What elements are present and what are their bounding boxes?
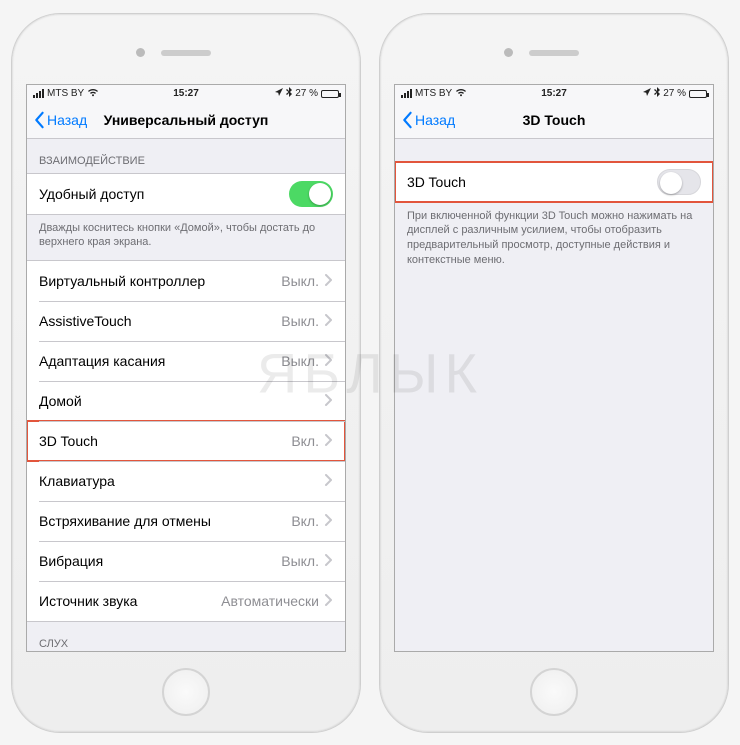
chevron-right-icon — [325, 273, 333, 289]
cell-label: Виртуальный контроллер — [39, 273, 281, 289]
cell-label: Адаптация касания — [39, 353, 281, 369]
chevron-right-icon — [325, 433, 333, 449]
cell-value: Выкл. — [281, 553, 319, 569]
status-bar: MTS BY 15:27 27 % — [395, 85, 713, 103]
location-icon — [275, 88, 283, 99]
settings-row[interactable]: Источник звукаАвтоматически — [27, 581, 345, 621]
section-header-interaction: ВЗАИМОДЕЙСТВИЕ — [27, 139, 345, 173]
home-button[interactable] — [530, 668, 578, 716]
cell-label: Вибрация — [39, 553, 281, 569]
cell-value: Вкл. — [291, 433, 319, 449]
settings-row[interactable]: Домой — [27, 381, 345, 421]
chevron-right-icon — [325, 553, 333, 569]
chevron-right-icon — [325, 313, 333, 329]
settings-row[interactable]: ВибрацияВыкл. — [27, 541, 345, 581]
cell-3d-touch-toggle[interactable]: 3D Touch — [395, 162, 713, 202]
section-header-hearing: СЛУХ — [27, 622, 345, 650]
cell-label: 3D Touch — [39, 433, 291, 449]
location-icon — [643, 88, 651, 99]
earpiece-speaker — [161, 50, 211, 56]
bluetooth-icon — [286, 87, 292, 100]
cell-label: AssistiveTouch — [39, 313, 281, 329]
iphone-device-right: MTS BY 15:27 27 % Назад — [380, 14, 728, 732]
clock-label: 15:27 — [503, 88, 605, 99]
clock-label: 15:27 — [135, 88, 237, 99]
section-footer-3d-touch: При включенной функции 3D Touch можно на… — [395, 203, 713, 278]
iphone-device-left: MTS BY 15:27 27 % Назад — [12, 14, 360, 732]
signal-icon — [33, 89, 44, 98]
cell-value: Выкл. — [281, 273, 319, 289]
settings-row[interactable]: Встряхивание для отменыВкл. — [27, 501, 345, 541]
cell-label: Встряхивание для отмены — [39, 513, 291, 529]
cell-value: Автоматически — [221, 593, 319, 609]
back-button[interactable]: Назад — [401, 111, 455, 129]
battery-pct-label: 27 % — [663, 88, 686, 99]
settings-row[interactable]: AssistiveTouchВыкл. — [27, 301, 345, 341]
settings-row[interactable]: 3D TouchВкл. — [27, 421, 345, 461]
cell-label: Источник звука — [39, 593, 221, 609]
chevron-right-icon — [325, 353, 333, 369]
settings-row[interactable]: Виртуальный контроллерВыкл. — [27, 261, 345, 301]
screen-right: MTS BY 15:27 27 % Назад — [394, 84, 714, 652]
settings-content[interactable]: ВЗАИМОДЕЙСТВИЕ Удобный доступ Дважды кос… — [27, 139, 345, 651]
cell-label: Домой — [39, 393, 319, 409]
toggle-3d-touch[interactable] — [657, 169, 701, 195]
front-camera — [136, 48, 145, 57]
screen-left: MTS BY 15:27 27 % Назад — [26, 84, 346, 652]
battery-icon — [689, 90, 707, 98]
nav-bar: Назад Универсальный доступ — [27, 103, 345, 139]
bluetooth-icon — [654, 87, 660, 100]
back-label: Назад — [47, 112, 87, 128]
cell-label: Клавиатура — [39, 473, 319, 489]
carrier-label: MTS BY — [47, 88, 84, 99]
nav-bar: Назад 3D Touch — [395, 103, 713, 139]
battery-pct-label: 27 % — [295, 88, 318, 99]
cell-value: Выкл. — [281, 313, 319, 329]
back-label: Назад — [415, 112, 455, 128]
settings-content[interactable]: 3D Touch При включенной функции 3D Touch… — [395, 139, 713, 651]
chevron-right-icon — [325, 513, 333, 529]
chevron-right-icon — [325, 473, 333, 489]
carrier-label: MTS BY — [415, 88, 452, 99]
cell-reachability[interactable]: Удобный доступ — [27, 174, 345, 214]
chevron-right-icon — [325, 393, 333, 409]
toggle-reachability[interactable] — [289, 181, 333, 207]
cell-label: 3D Touch — [407, 174, 657, 190]
chevron-right-icon — [325, 593, 333, 609]
battery-icon — [321, 90, 339, 98]
wifi-icon — [455, 88, 467, 100]
front-camera — [504, 48, 513, 57]
signal-icon — [401, 89, 412, 98]
settings-row[interactable]: Адаптация касанияВыкл. — [27, 341, 345, 381]
cell-value: Вкл. — [291, 513, 319, 529]
cell-value: Выкл. — [281, 353, 319, 369]
section-footer-reachability: Дважды коснитесь кнопки «Домой», чтобы д… — [27, 215, 345, 261]
settings-row[interactable]: Клавиатура — [27, 461, 345, 501]
cell-label: Удобный доступ — [39, 186, 289, 202]
back-button[interactable]: Назад — [33, 111, 87, 129]
earpiece-speaker — [529, 50, 579, 56]
home-button[interactable] — [162, 668, 210, 716]
wifi-icon — [87, 88, 99, 100]
status-bar: MTS BY 15:27 27 % — [27, 85, 345, 103]
